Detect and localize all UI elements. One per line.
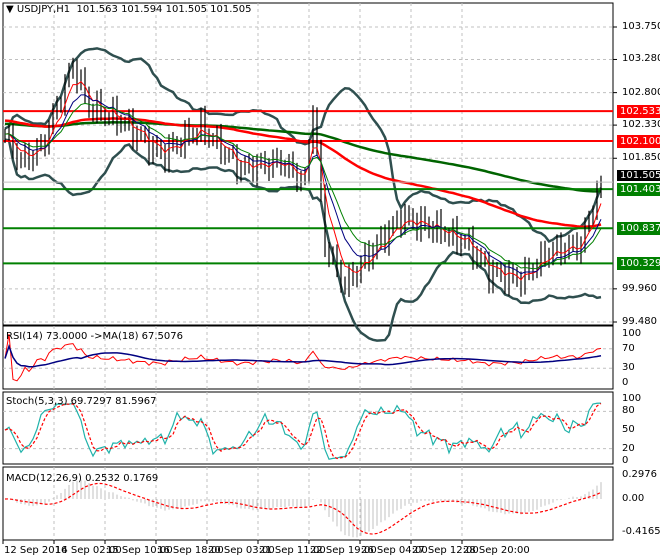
price-axis-label: 102.800 bbox=[622, 86, 660, 98]
rsi-axis-label: 100 bbox=[622, 328, 642, 339]
macd-title: MACD(12,26,9) 0.2532 0.1769 bbox=[6, 473, 159, 484]
stoch-axis-label: 0 bbox=[622, 455, 629, 466]
ma-slow-line bbox=[4, 121, 602, 193]
rsi-title: RSI(14) 73.0000 ->MA(18) 67.5076 bbox=[6, 331, 183, 342]
price-axis-label: 101.850 bbox=[622, 152, 660, 164]
rsi-axis-label: 30 bbox=[622, 362, 635, 374]
level-price-tag: 102.100 bbox=[617, 134, 660, 148]
price-axis-label: 103.750 bbox=[622, 21, 660, 32]
macd-axis-label: 0.2976 bbox=[622, 469, 657, 481]
level-price-tag: 101.403 bbox=[617, 183, 660, 197]
bollinger-lower bbox=[4, 138, 602, 342]
ohlc-values: 101.563 101.594 101.505 101.505 bbox=[76, 4, 252, 15]
stoch-title: Stoch(5,3,3) 69.7297 81.5967 bbox=[6, 396, 157, 407]
rsi-ma-line bbox=[4, 343, 602, 368]
macd-axis-label: -0.4165 bbox=[622, 526, 660, 538]
rsi-axis-label: 0 bbox=[622, 377, 629, 388]
stoch-axis-label: 50 bbox=[622, 424, 635, 435]
stoch-axis-label: 80 bbox=[622, 405, 635, 417]
level-price-tag: 102.533 bbox=[617, 105, 660, 119]
stoch-axis-label: 20 bbox=[622, 442, 635, 454]
symbol-label: USDJPY,H1 bbox=[16, 4, 71, 15]
current-price-tag: 101.505 bbox=[617, 170, 660, 182]
time-label: 28 Sep 20:00 bbox=[463, 545, 530, 556]
price-axis-label: 99.480 bbox=[622, 316, 657, 327]
macd-axis-label: 0.00 bbox=[622, 493, 645, 504]
price-axis-label: 103.280 bbox=[622, 53, 660, 65]
level-price-tag: 100.837 bbox=[617, 222, 660, 236]
price-axis-label: 99.960 bbox=[622, 282, 657, 294]
chart-title: ▼ USDJPY,H1 101.563 101.594 101.505 101.… bbox=[6, 4, 251, 16]
macd-signal-line bbox=[4, 482, 602, 535]
stoch-axis-label: 100 bbox=[622, 393, 642, 404]
rsi-axis-label: 70 bbox=[622, 342, 635, 354]
price-axis-label: 102.330 bbox=[622, 119, 660, 131]
dropdown-arrow-icon[interactable]: ▼ bbox=[6, 4, 17, 15]
level-price-tag: 100.329 bbox=[617, 257, 660, 271]
